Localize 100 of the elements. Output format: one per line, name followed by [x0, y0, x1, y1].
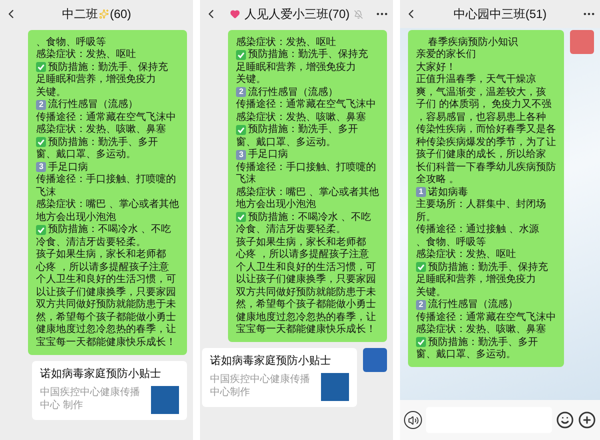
- message-text: 传染性疾病，而恰好春季又是各: [416, 122, 556, 136]
- message-text: 冷食、清洁牙齿要轻柔。: [36, 236, 146, 248]
- number-badge: 2: [236, 87, 246, 98]
- message-text: 预防措施：勤洗手、保持充: [48, 60, 168, 74]
- message-text: 爽，气温渐变，温差较大，孩: [416, 86, 546, 98]
- message-text: 孩子如果生病，家长和老师都: [236, 236, 366, 248]
- message-text: 双方共同做好预防就能防患于未: [36, 298, 176, 312]
- message-text: 子们 的体质弱， 免疫力又不强: [416, 98, 552, 112]
- message-text: 流行性感冒（流感）: [428, 298, 518, 312]
- message-text: 感染症状：发热、呕吐: [36, 48, 136, 62]
- card-source: 中国疾控中心健康传播中心制作: [210, 373, 311, 399]
- card-title: 诺如病毒家庭预防小贴士: [40, 366, 162, 382]
- check-icon: [236, 124, 246, 135]
- message-text: 全攻略 。: [416, 173, 459, 186]
- message-text: 流行性感冒（流感）: [248, 86, 338, 98]
- message-text: 、食物、呼吸等: [36, 36, 106, 48]
- card-source: 中国疾控中心健康传播中心 制作: [40, 386, 141, 412]
- thumbnail-image: [151, 386, 179, 414]
- chat-title: 人见人爱小三班: [244, 6, 328, 23]
- message-text: 然，希望每个孩子都能做小勇士: [236, 298, 376, 312]
- message-text: 所。: [416, 210, 436, 224]
- message-text: 感染症状：发热、呕吐: [236, 36, 336, 48]
- check-icon: [236, 212, 246, 222]
- message-text: 个人卫生和良好的生活习惯，可: [36, 272, 176, 286]
- message-text: 地方会出现小泡泡: [236, 198, 316, 212]
- message-text: 传播途径：手口接触、打喷嚏的: [236, 160, 376, 174]
- message-text: 正值升温春季，天气干燥凉: [416, 72, 536, 86]
- message-text: 感染症状：嘴巴 、掌心或者其他: [36, 198, 179, 212]
- message-text: 流行性感冒（流感）: [48, 98, 138, 112]
- message-text: 地方会出现小泡泡: [36, 210, 116, 224]
- check-icon: [416, 262, 426, 272]
- message-text: 足睡眠和营养，增强免疫力: [416, 272, 536, 286]
- message-text: 预防措施：勤洗手、多开: [428, 336, 538, 348]
- link-card[interactable]: 诺如病毒家庭预防小贴士 中国疾控中心健康传播中心 制作: [32, 360, 187, 420]
- message-text: 预防措施：勤洗手、保持充: [428, 260, 548, 274]
- message-text: 感染症状：嘴巴 、掌心或者其他: [236, 186, 379, 198]
- message-text: 预防措施：勤洗手、多开: [248, 122, 358, 136]
- message-text: 传播途径：通常藏在空气飞沫中: [36, 110, 176, 124]
- message-text: 双方共同做好预防就能防患于未: [236, 286, 376, 298]
- message-text: 预防措施：勤洗手、保持充: [248, 48, 368, 62]
- message-text: 亲爱的家长们: [416, 48, 476, 62]
- message-text: 健康地度过忽冷忽热的春季，让: [236, 310, 376, 324]
- message-text: 预防措施：不喝冷水 、不吃: [248, 210, 371, 224]
- check-icon: [36, 224, 46, 235]
- message-text: 以让孩子们健康换季，只要家园: [36, 286, 176, 298]
- message-text: 传播途径：通常藏在空气飞沫中: [416, 310, 556, 324]
- message-text: 心疼 ，所以请多提醒孩子注意: [236, 248, 369, 262]
- thumbnail-image: [321, 373, 349, 401]
- message-text: 传播途径：通常藏在空气飞沫中: [236, 98, 376, 112]
- message-text: 感染症状：发热、咳嗽、鼻塞: [236, 110, 366, 124]
- message-text: 飞沫: [236, 172, 256, 186]
- message-text: 冷食、清洁牙齿要轻柔。: [236, 222, 346, 236]
- message-text: 宝宝每一天都能健康快乐成长！: [236, 322, 376, 338]
- message-text: ，容易感冒，也容易患上各种: [416, 110, 546, 124]
- message-text: 关键。: [416, 286, 446, 298]
- number-badge: 1: [416, 187, 426, 198]
- message-text: 感染症状：发热、咳嗽、鼻塞: [36, 122, 166, 136]
- check-icon: [36, 137, 46, 148]
- message-text: 关键。: [36, 86, 66, 98]
- member-count: (70): [328, 6, 350, 23]
- message-text: 窗、戴口罩、多运动。: [236, 136, 336, 148]
- chat-title: 中二班: [62, 6, 98, 23]
- check-icon: [416, 337, 426, 348]
- voice-button[interactable]: [404, 411, 422, 429]
- number-badge: 3: [36, 162, 46, 172]
- message-text: 主要场所：人群集中、封闭场: [416, 198, 546, 212]
- message-text: 传播途径：通过接触 、水源: [416, 222, 539, 236]
- speaker-icon: [408, 414, 418, 426]
- card-title: 诺如病毒家庭预防小贴士: [210, 354, 332, 369]
- message-text: 、食物、呼吸等: [416, 236, 486, 248]
- message-text: 感染症状：发热、咳嗽、鼻塞: [416, 322, 546, 336]
- message-text: 预防措施：不喝冷水 、不吃: [48, 222, 171, 236]
- message-text: 孩子如果生病，家长和老师都: [36, 248, 166, 262]
- plus-icon[interactable]: [578, 411, 596, 429]
- message-text: 以让孩子们健康换季，只要家园: [236, 272, 376, 286]
- message-text: 孩子们健康的成长，所以给家: [416, 148, 546, 162]
- number-badge: 2: [36, 100, 46, 110]
- message-text: 个人卫生和良好的生活习惯，可: [236, 260, 376, 274]
- check-icon: [36, 62, 46, 72]
- message-text: 春季疾病预防小知识: [428, 36, 518, 48]
- message-text: 宝宝每一天都能健康快乐成长！: [36, 336, 176, 350]
- message-text: 诺如病毒: [428, 186, 468, 198]
- message-text: 传播途径：手口接触、打喷嚏的: [36, 172, 176, 186]
- member-count: (60): [110, 6, 132, 23]
- message-text: 窗、戴口罩、多运动。: [416, 348, 516, 362]
- message-text: 种传染疾病爆发的季节，为了让: [416, 136, 556, 148]
- link-card[interactable]: 诺如病毒家庭预防小贴士 中国疾控中心健康传播中心制作: [202, 348, 357, 407]
- emoji-icon[interactable]: [556, 411, 574, 429]
- message-text: 长们科普一下春季幼儿疾病预防: [416, 160, 556, 174]
- message-text: 飞沫: [36, 186, 56, 198]
- chat-title: 中心园中三班: [453, 6, 526, 23]
- message-text: 然，希望每个孩子都能做小勇士: [36, 310, 176, 324]
- message-text: 窗、戴口罩、多运动。: [36, 148, 136, 162]
- message-text: 手足口病: [248, 148, 288, 162]
- message-text: 心疼 ，所以请多提醒孩子注意: [36, 260, 169, 274]
- message-text: 足睡眠和营养，增强免疫力: [236, 60, 356, 74]
- message-text: 大家好！: [416, 60, 456, 74]
- check-icon: [236, 50, 246, 60]
- number-badge: 2: [416, 300, 426, 310]
- message-text: 足睡眠和营养，增强免疫力: [36, 72, 156, 86]
